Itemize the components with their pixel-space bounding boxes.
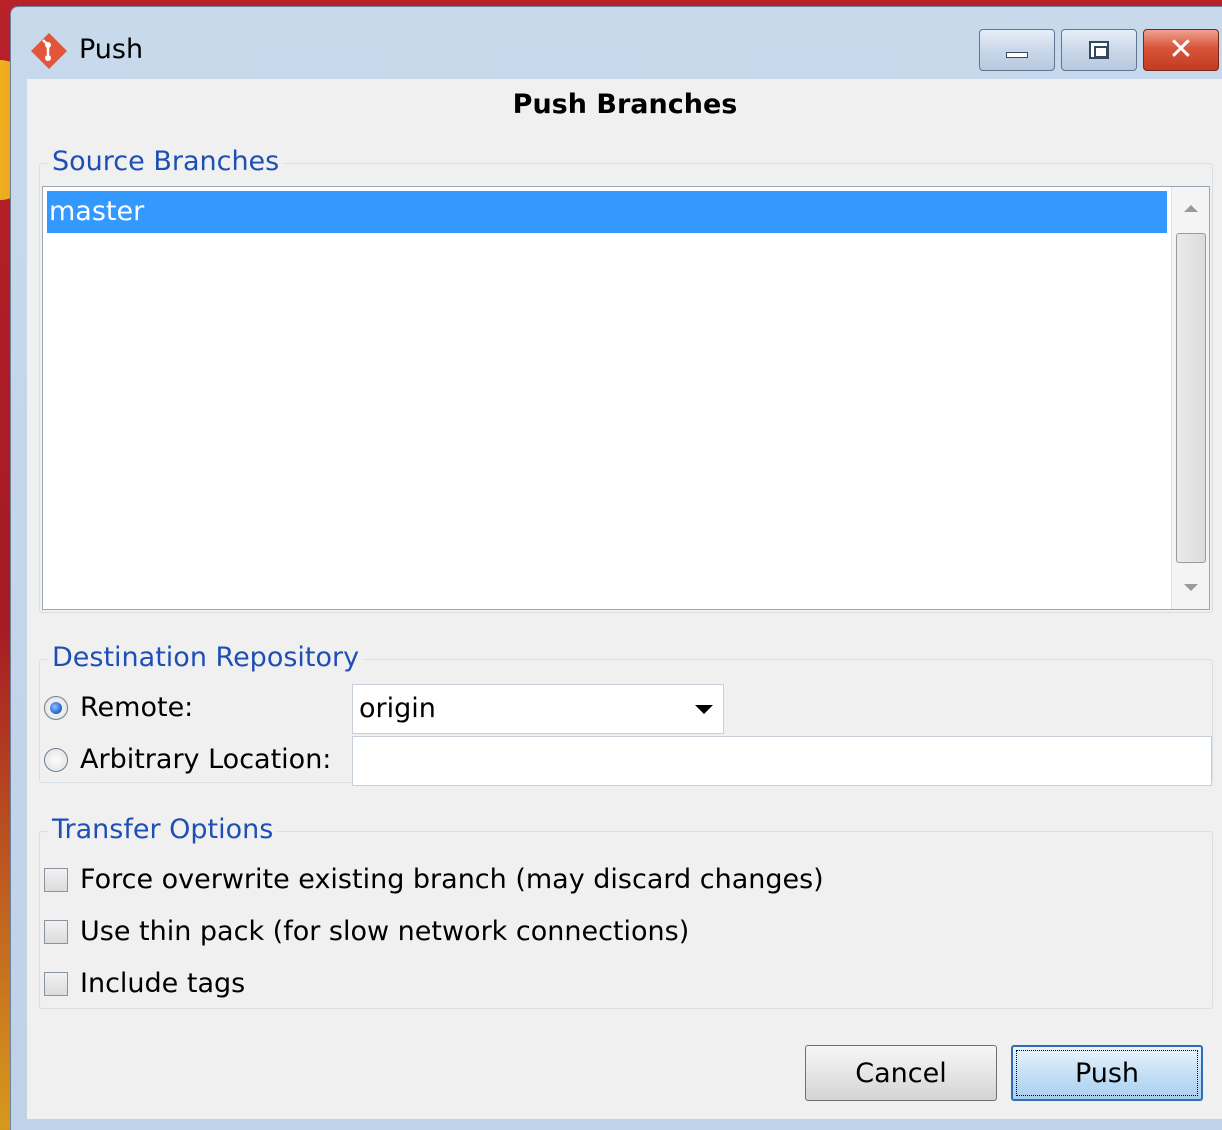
- push-button[interactable]: Push: [1011, 1045, 1203, 1101]
- maximize-button[interactable]: [1061, 29, 1137, 71]
- scrollbar-thumb[interactable]: [1176, 233, 1206, 563]
- source-branches-list[interactable]: master: [42, 186, 1210, 610]
- branch-list-item[interactable]: master: [47, 191, 1167, 233]
- transfer-options-legend: Transfer Options: [48, 814, 278, 845]
- dialog-body: Push Branches Source Branches master Des…: [27, 79, 1222, 1119]
- include-tags-label: Include tags: [80, 968, 246, 999]
- arbitrary-location-input[interactable]: [352, 736, 1212, 786]
- thin-pack-label: Use thin pack (for slow network connecti…: [80, 916, 690, 947]
- close-button[interactable]: ✕: [1143, 29, 1219, 71]
- cancel-button[interactable]: Cancel: [805, 1045, 997, 1101]
- source-branches-legend: Source Branches: [48, 146, 284, 177]
- push-dialog-window: Push ✕ Push Branches Source Branches mas…: [10, 6, 1222, 1130]
- arbitrary-location-radio[interactable]: [44, 748, 68, 772]
- scroll-down-icon[interactable]: [1184, 584, 1198, 591]
- arbitrary-location-label: Arbitrary Location:: [80, 744, 332, 775]
- git-logo-icon: [31, 33, 67, 69]
- window-title: Push: [79, 34, 144, 65]
- transfer-options-group: Transfer Options Force overwrite existin…: [39, 814, 1213, 1009]
- remote-select[interactable]: origin: [352, 684, 724, 734]
- force-overwrite-checkbox[interactable]: [44, 868, 68, 892]
- maximize-icon: [1089, 41, 1109, 59]
- remote-label: Remote:: [80, 692, 194, 723]
- force-overwrite-label: Force overwrite existing branch (may dis…: [80, 864, 824, 895]
- scroll-up-icon[interactable]: [1184, 205, 1198, 212]
- destination-repository-legend: Destination Repository: [48, 642, 364, 673]
- vertical-scrollbar[interactable]: [1171, 187, 1209, 609]
- thin-pack-checkbox[interactable]: [44, 920, 68, 944]
- title-bar[interactable]: Push ✕: [11, 7, 1222, 77]
- dialog-heading: Push Branches: [512, 89, 738, 120]
- minimize-button[interactable]: [979, 29, 1055, 71]
- close-icon: ✕: [1168, 32, 1194, 67]
- remote-select-value: origin: [359, 693, 436, 724]
- include-tags-checkbox[interactable]: [44, 972, 68, 996]
- chevron-down-icon[interactable]: [695, 705, 713, 714]
- destination-repository-group: Destination Repository Remote: origin Ar…: [39, 642, 1213, 786]
- source-branches-group: Source Branches master: [39, 146, 1213, 613]
- minimize-icon: [1006, 52, 1028, 58]
- remote-radio[interactable]: [44, 696, 68, 720]
